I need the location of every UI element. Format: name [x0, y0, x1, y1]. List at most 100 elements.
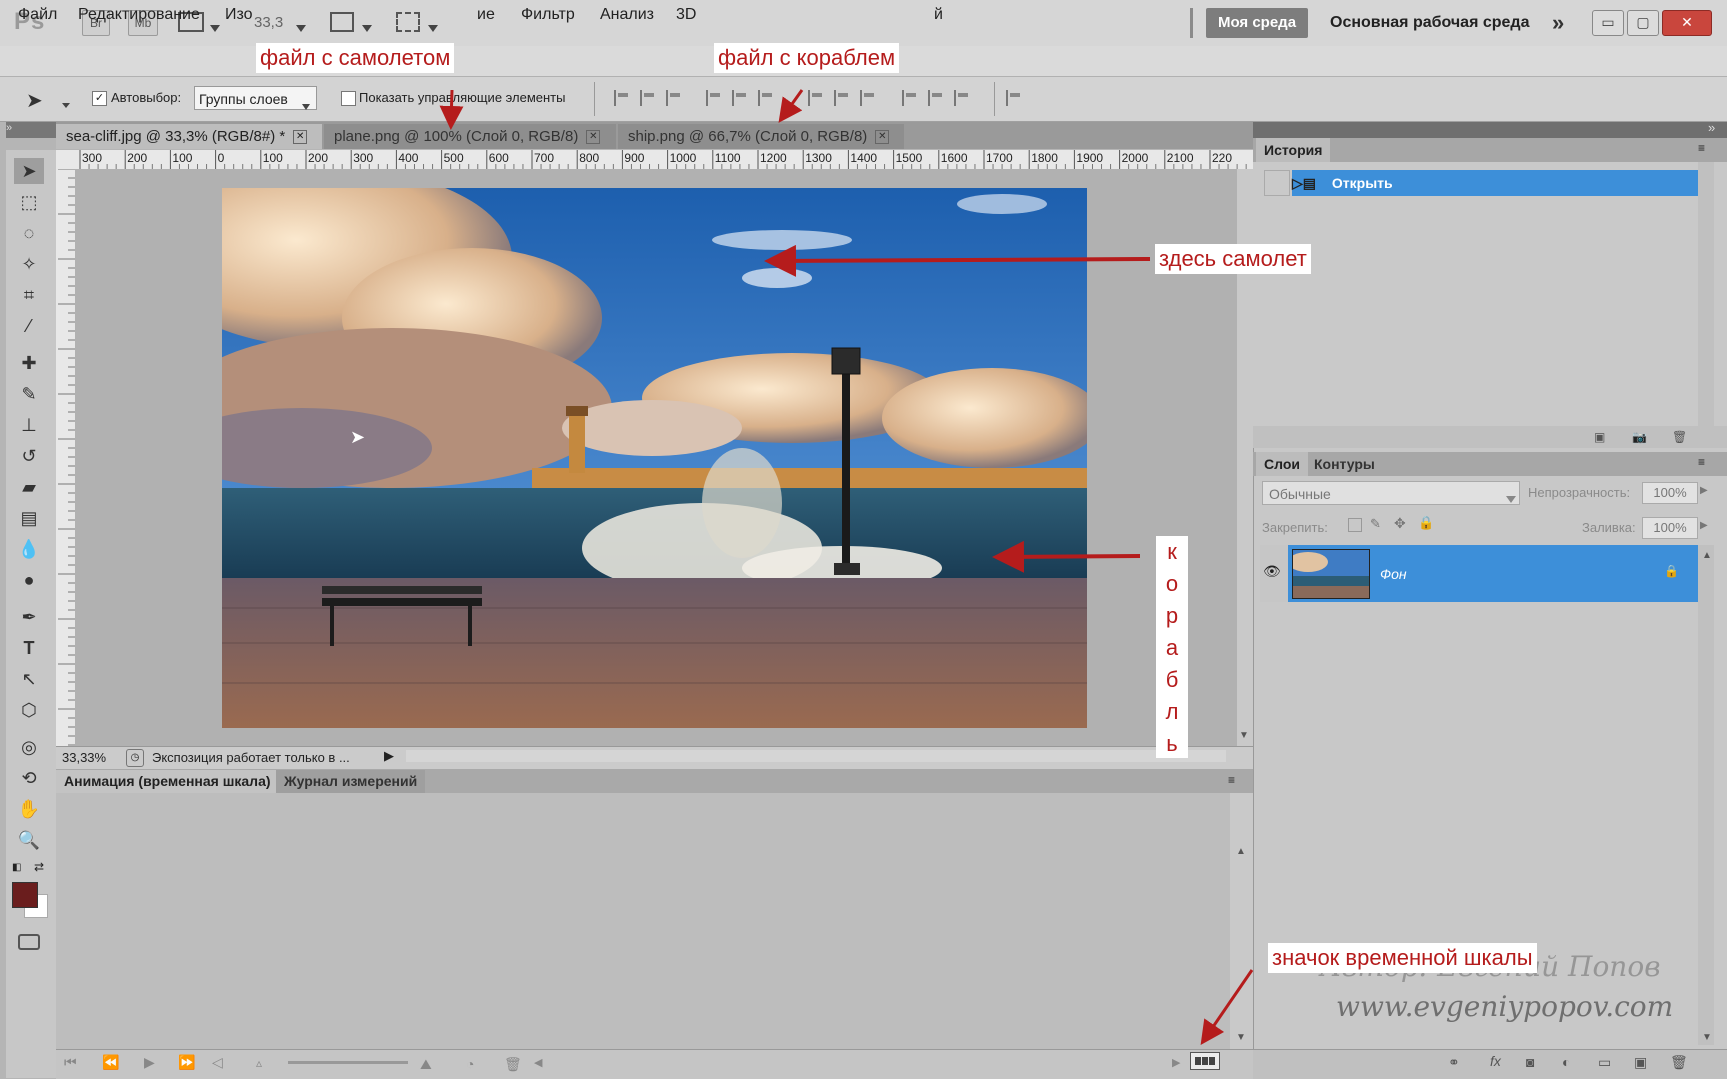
dodge-tool-icon[interactable]: ● [14, 567, 44, 593]
close-window-button[interactable]: ✕ [1662, 10, 1712, 36]
path-selection-tool-icon[interactable]: ↖ [14, 666, 44, 692]
distribute-right-icon[interactable] [954, 90, 972, 106]
zoom-in-timeline-icon[interactable]: ⛰ [420, 1056, 432, 1073]
timeline-scroll-right-icon[interactable]: ▶ [1172, 1056, 1180, 1069]
screen-mode-icon[interactable] [396, 12, 420, 32]
tab-measurement-log[interactable]: Журнал измерений [276, 770, 426, 793]
zoom-level-value[interactable]: 33,3 [254, 14, 283, 31]
timeline-scroll-left-icon[interactable]: ◀ [534, 1056, 542, 1069]
distribute-bottom-icon[interactable] [860, 90, 878, 106]
tab-sea-cliff[interactable]: sea-cliff.jpg @ 33,3% (RGB/8#) * ✕ [56, 124, 322, 149]
close-tab-icon[interactable]: ✕ [586, 130, 601, 145]
layer-style-icon[interactable]: fx [1490, 1053, 1501, 1069]
new-snapshot-icon[interactable]: 📷 [1632, 430, 1647, 444]
layer-name[interactable]: Фон [1380, 566, 1407, 582]
arrange-dropdown-icon[interactable] [362, 19, 372, 35]
menu-layer[interactable]: ие [477, 6, 495, 24]
default-colors-icon[interactable]: ◧ [12, 862, 21, 873]
shape-tool-icon[interactable]: ⬡ [14, 697, 44, 723]
move-tool-preset-icon[interactable]: ➤ [26, 88, 43, 113]
menu-edit[interactable]: Редактирование [78, 6, 200, 24]
next-frame-icon[interactable]: ⏩ [178, 1054, 195, 1071]
quick-mask-icon[interactable] [18, 934, 40, 950]
menu-3d[interactable]: 3D [676, 6, 696, 24]
eyedropper-tool-icon[interactable]: ⁄ [14, 313, 44, 339]
clone-stamp-tool-icon[interactable]: ⊥ [14, 412, 44, 438]
brush-tool-icon[interactable]: ✎ [14, 381, 44, 407]
opacity-input[interactable]: 100% [1642, 482, 1698, 504]
eraser-tool-icon[interactable]: ▰ [14, 474, 44, 500]
adjustment-layer-icon[interactable]: ◐ [1562, 1054, 1570, 1070]
autoselect-checkbox[interactable]: ✓ [92, 91, 107, 106]
close-tab-icon[interactable]: ✕ [875, 130, 890, 145]
layers-menu-icon[interactable]: ≡ [1698, 455, 1705, 469]
zoom-tool-icon[interactable]: 🔍 [14, 827, 44, 853]
arrange-documents-icon[interactable] [330, 12, 354, 32]
canvas-horizontal-scrollbar[interactable] [406, 750, 1226, 762]
distribute-horizontal-center-icon[interactable] [928, 90, 946, 106]
lasso-tool-icon[interactable]: ◌ [14, 220, 44, 246]
minimize-window-button[interactable]: ▭ [1592, 10, 1624, 36]
view-extras-dropdown-icon[interactable] [210, 19, 220, 35]
workspace-my-button[interactable]: Моя среда [1206, 8, 1308, 38]
history-source-box[interactable] [1264, 170, 1290, 196]
maximize-window-button[interactable]: ▢ [1627, 10, 1659, 36]
menu-file[interactable]: Файл [18, 6, 57, 24]
quick-selection-tool-icon[interactable]: ✧ [14, 251, 44, 277]
show-transform-controls-checkbox[interactable] [341, 91, 356, 106]
lock-pixels-icon[interactable]: ✎ [1370, 516, 1381, 532]
panel-menu-icon[interactable]: ≡ [1228, 773, 1235, 787]
layers-scroll-up-icon[interactable]: ▲ [1702, 550, 1712, 561]
pen-tool-icon[interactable]: ✒ [14, 604, 44, 630]
new-group-icon[interactable]: ▭ [1598, 1054, 1611, 1071]
align-horizontal-center-icon[interactable] [732, 90, 750, 106]
menu-image[interactable]: Изо [225, 6, 253, 24]
delete-frames-icon[interactable]: 🗑 [504, 1056, 522, 1073]
new-layer-icon[interactable]: ▣ [1634, 1054, 1647, 1071]
history-brush-tool-icon[interactable]: ↺ [14, 443, 44, 469]
menu-filter[interactable]: Фильтр [521, 6, 575, 24]
status-zoom[interactable]: 33,33% [62, 750, 106, 765]
play-icon[interactable]: ▶ [144, 1054, 155, 1071]
distribute-vertical-center-icon[interactable] [834, 90, 852, 106]
scroll-down-icon[interactable]: ▼ [1239, 730, 1249, 741]
lock-position-icon[interactable]: ✥ [1394, 515, 1406, 532]
animation-panel[interactable] [56, 793, 1230, 1049]
opacity-arrow-icon[interactable]: ▶ [1700, 485, 1708, 496]
zoom-dropdown-icon[interactable] [296, 19, 306, 35]
layers-scrollbar[interactable] [1698, 545, 1714, 1045]
tab-plane[interactable]: plane.png @ 100% (Слой 0, RGB/8) ✕ [324, 124, 616, 149]
history-item-open[interactable]: ▷▤ Открыть [1292, 170, 1698, 196]
convert-to-frame-animation-icon[interactable] [1190, 1052, 1220, 1070]
tab-paths[interactable]: Контуры [1306, 452, 1383, 476]
3d-orbit-tool-icon[interactable]: ⟲ [14, 765, 44, 791]
align-bottom-icon[interactable] [666, 90, 684, 106]
autoselect-dropdown-icon[interactable] [302, 97, 310, 113]
hand-tool-icon[interactable]: ✋ [14, 796, 44, 822]
sea-cliff-image[interactable] [222, 188, 1087, 728]
tool-preset-dropdown-icon[interactable] [62, 95, 70, 111]
status-info-icon[interactable]: ◷ [126, 749, 144, 767]
lock-all-icon[interactable]: 🔒 [1418, 515, 1434, 531]
gradient-tool-icon[interactable]: ▤ [14, 505, 44, 531]
link-layers-icon[interactable]: ⚭ [1448, 1054, 1460, 1071]
blur-tool-icon[interactable]: 💧 [14, 536, 44, 562]
onion-skin-icon[interactable]: ◔ [466, 1056, 474, 1072]
tab-ship[interactable]: ship.png @ 66,7% (Слой 0, RGB/8) ✕ [618, 124, 904, 149]
blend-mode-select[interactable]: Обычные [1262, 481, 1520, 505]
first-frame-icon[interactable]: ⏮ [64, 1054, 77, 1071]
new-document-from-state-icon[interactable]: ▣ [1594, 430, 1605, 444]
history-menu-icon[interactable]: ≡ [1698, 141, 1705, 155]
tab-animation-timeline[interactable]: Анимация (временная шкала) [56, 770, 279, 793]
more-workspaces-icon[interactable]: » [1552, 10, 1564, 36]
layers-scroll-down-icon[interactable]: ▼ [1702, 1032, 1712, 1043]
crop-tool-icon[interactable]: ⌗ [14, 282, 44, 308]
marquee-tool-icon[interactable]: ⬚ [14, 189, 44, 215]
zoom-out-timeline-icon[interactable]: ▵ [256, 1056, 262, 1070]
add-mask-icon[interactable]: ◙ [1526, 1054, 1534, 1070]
type-tool-icon[interactable]: T [14, 635, 44, 661]
distribute-left-icon[interactable] [902, 90, 920, 106]
anim-scroll-down-icon[interactable]: ▼ [1236, 1032, 1246, 1043]
align-left-icon[interactable] [706, 90, 724, 106]
panel-dock-collapse-icon[interactable]: » [1708, 120, 1715, 135]
